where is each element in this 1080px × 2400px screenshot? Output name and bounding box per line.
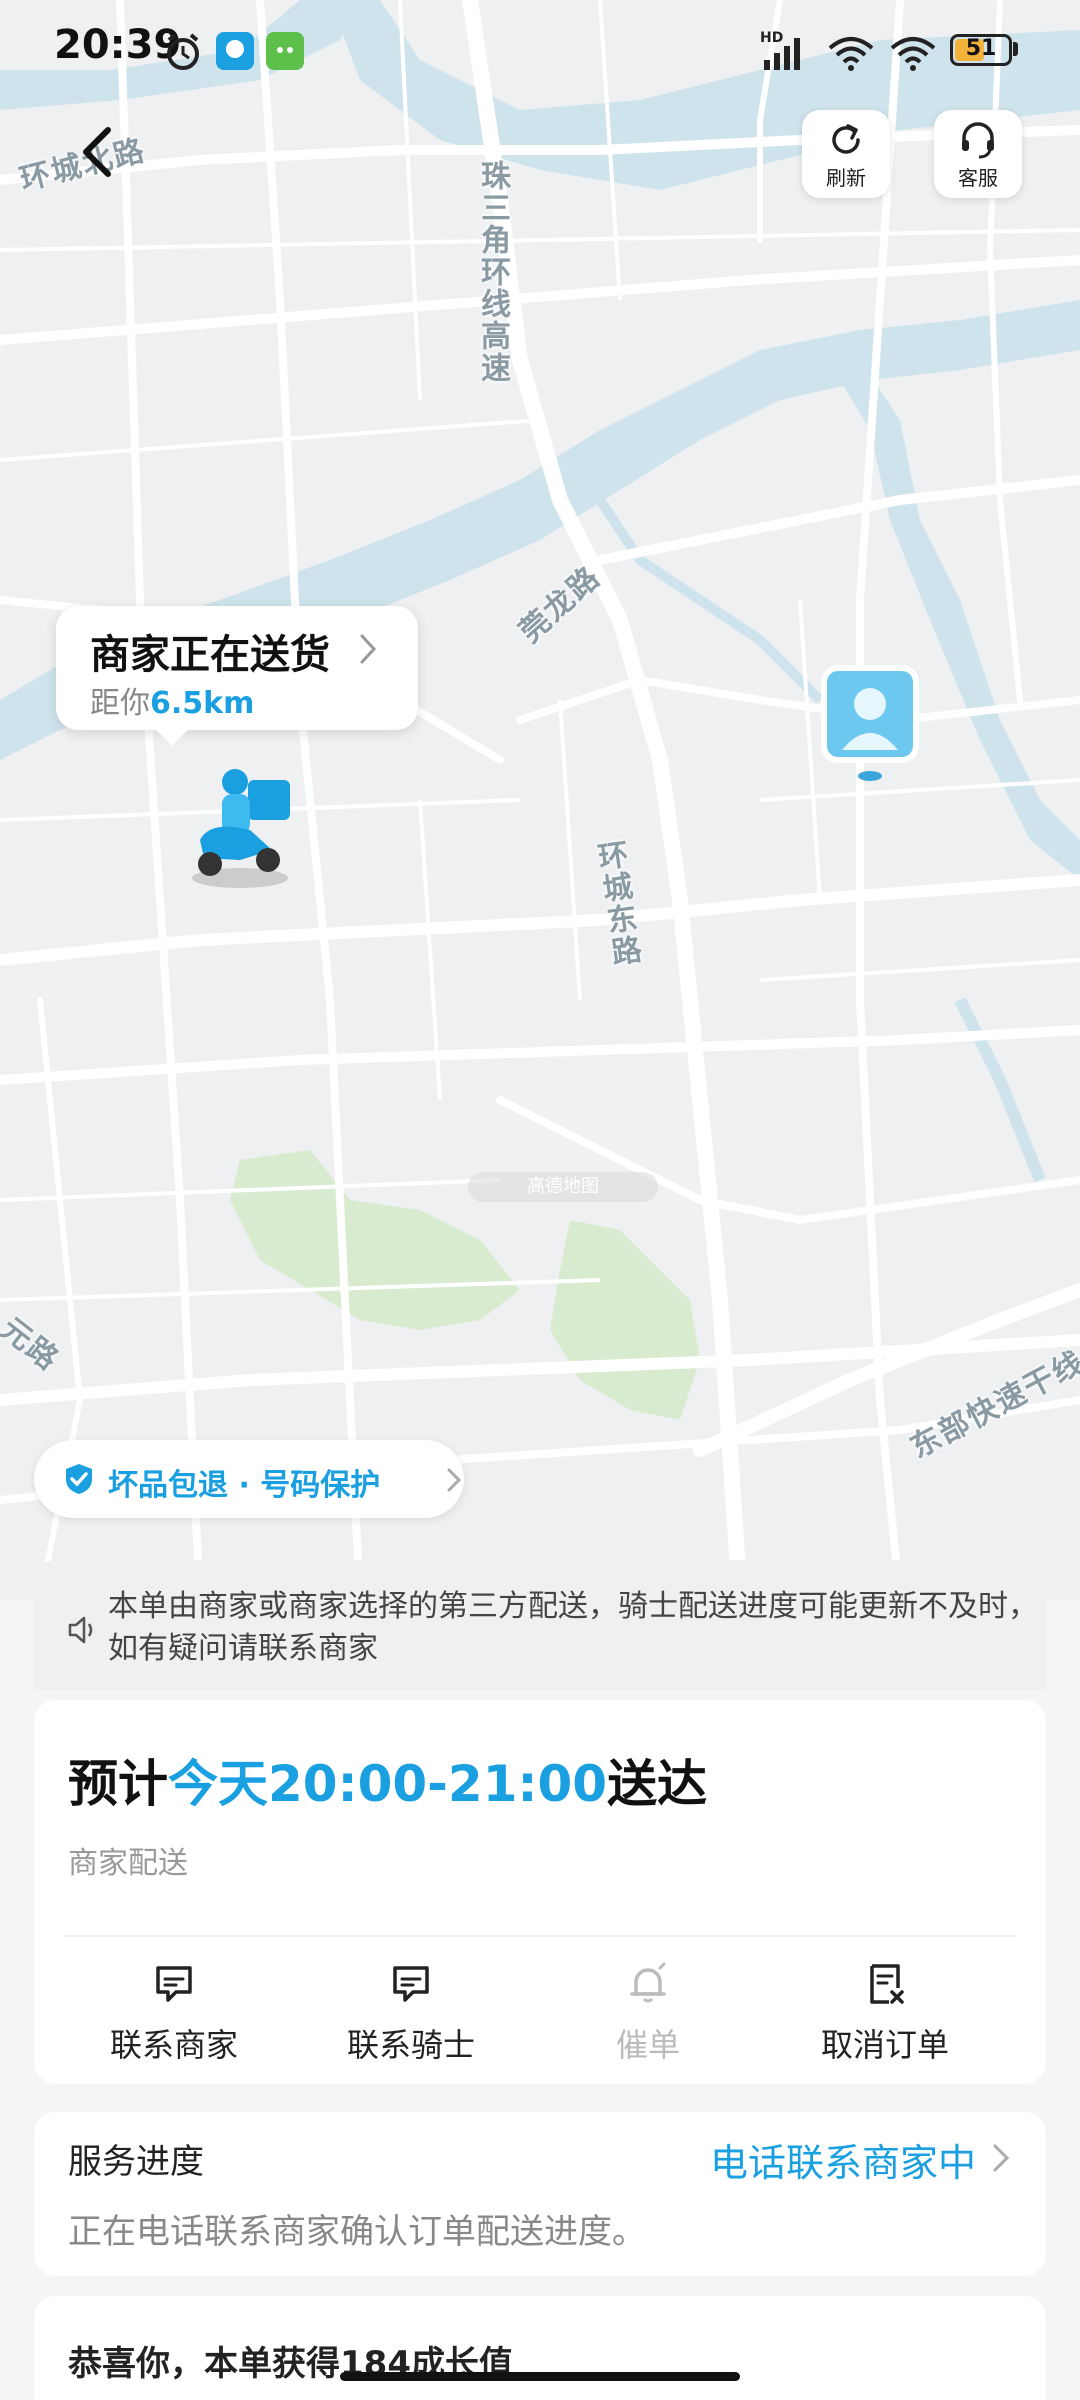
divider: [64, 1935, 1016, 1937]
alarm-icon: [167, 33, 199, 70]
service-description: 正在电话联系商家确认订单配送进度。: [68, 2212, 646, 2252]
chat-icon: [393, 1966, 429, 2002]
eta-prefix: 预计: [68, 1755, 168, 1813]
action-label: 催单: [615, 2026, 680, 2064]
app-notification-icon: [266, 32, 304, 70]
back-arrow-icon: [83, 127, 111, 177]
map-view[interactable]: 环城北路 珠三角环线高速 莞龙路 环城东路 东部快速干线 元路 高德地图: [0, 0, 1080, 1600]
eta-suffix: 送达: [607, 1755, 708, 1813]
refresh-button[interactable]: 刷新: [802, 110, 890, 198]
user-location-pin-icon: [821, 665, 919, 781]
distance-text: 距你6.5km: [90, 678, 254, 722]
road-label: 珠三角环线高速: [475, 160, 510, 384]
speaker-icon: [68, 1616, 93, 1644]
distance-prefix: 距你: [90, 686, 150, 721]
cancel-doc-icon: [870, 1964, 904, 2004]
action-label: 联系商家: [109, 2026, 238, 2064]
map-canvas: [0, 0, 1080, 1600]
customer-service-button[interactable]: 客服: [934, 110, 1022, 198]
delivery-status-title: 商家正在送货: [90, 632, 330, 678]
app-notification-icon: [216, 32, 254, 70]
action-label: 取消订单: [820, 2026, 949, 2064]
map-watermark: 高德地图: [468, 1172, 658, 1202]
distance-value: 6.5km: [150, 686, 255, 721]
service-label: 客服: [958, 166, 998, 190]
shield-check-icon: [66, 1464, 92, 1494]
wifi-icon: [828, 37, 874, 71]
status-bar: 20:39 HD 51: [0, 0, 1080, 100]
wifi-icon: [890, 37, 936, 71]
refresh-label: 刷新: [826, 166, 866, 190]
delivery-rider-icon: [192, 769, 290, 888]
growth-reward-card[interactable]: 恭喜你，本单获得184成长值: [34, 2296, 1046, 2400]
contact-rider-button[interactable]: 联系骑士: [291, 1962, 531, 2066]
delivery-notice: 本单由商家或商家选择的第三方配送，骑士配送进度可能更新不及时，如有疑问请联系商家: [34, 1560, 1046, 1690]
eta-time: 今天20:00-21:00: [168, 1755, 608, 1813]
service-status: 电话联系商家中: [709, 2141, 976, 2185]
eta-text: 预计今天20:00-21:00送达: [68, 1744, 707, 1816]
guarantee-text: 坏品包退 · 号码保护: [108, 1468, 381, 1503]
chevron-right-icon: [360, 634, 377, 664]
battery-icon: 51: [950, 34, 1012, 66]
cell-signal-icon: [764, 38, 800, 70]
chat-icon: [156, 1966, 192, 2002]
chevron-right-icon: [993, 2144, 1010, 2172]
service-title: 服务进度: [68, 2142, 204, 2182]
service-progress-card[interactable]: 服务进度 电话联系商家中 正在电话联系商家确认订单配送进度。: [34, 2112, 1046, 2276]
action-label: 联系骑士: [346, 2026, 475, 2064]
bell-icon: [630, 1962, 666, 2003]
delivery-mode: 商家配送: [68, 1846, 188, 1881]
order-guarantee-chip[interactable]: 坏品包退 · 号码保护: [34, 1440, 464, 1518]
refresh-icon: [832, 124, 860, 154]
contact-merchant-button[interactable]: 联系商家: [54, 1962, 294, 2066]
urge-order-button[interactable]: 催单: [528, 1962, 768, 2066]
notice-text: 本单由商家或商家选择的第三方配送，骑士配送进度可能更新不及时，如有疑问请联系商家: [108, 1589, 1038, 1666]
home-indicator[interactable]: [340, 2372, 740, 2381]
delivery-card: 预计今天20:00-21:00送达 商家配送 联系商家 联系骑士 催单 取消订单: [34, 1700, 1046, 2084]
battery-level: 51: [965, 36, 997, 61]
chevron-right-icon: [447, 1468, 462, 1492]
back-button[interactable]: [70, 122, 130, 182]
cancel-order-button[interactable]: 取消订单: [765, 1962, 1005, 2066]
headset-icon: [962, 122, 994, 159]
delivery-status-bubble[interactable]: 商家正在送货 距你6.5km: [56, 606, 418, 746]
